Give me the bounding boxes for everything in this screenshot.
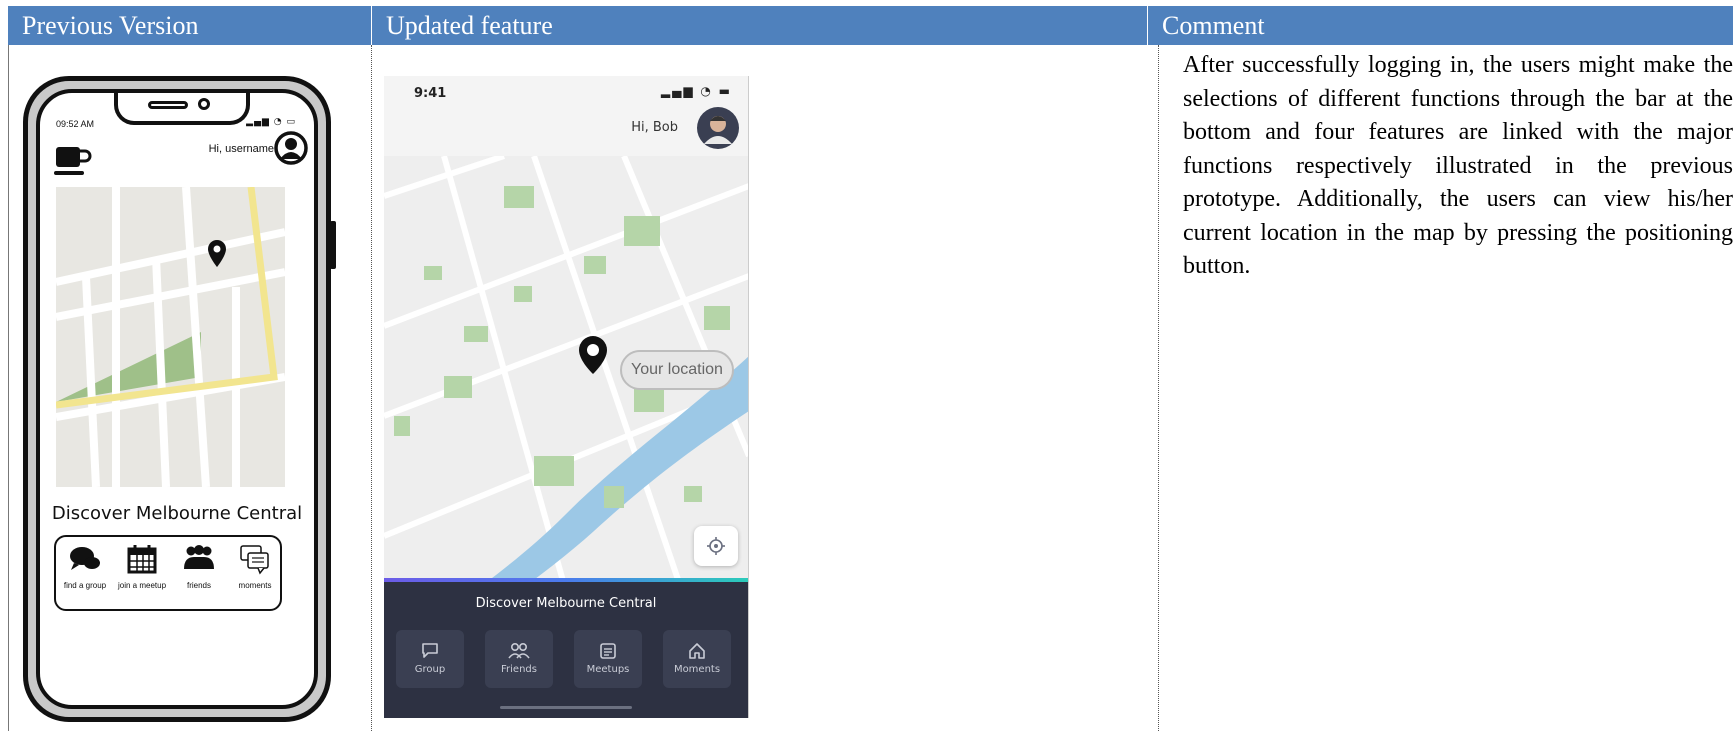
header-comment: Comment xyxy=(1148,6,1733,45)
calendar-list-icon xyxy=(600,643,616,659)
updated-phone-mockup: Your location 9:41 ▂▄▆ ◔ ▬ Hi, Bob Disco… xyxy=(384,76,749,718)
tab-label: Meetups xyxy=(586,664,630,675)
chat-icon xyxy=(422,643,438,658)
chat-bubbles-icon xyxy=(70,547,100,570)
camera-icon xyxy=(198,98,210,110)
header-previous-version: Previous Version xyxy=(8,6,371,45)
column-divider xyxy=(8,45,9,731)
users-icon xyxy=(184,545,214,569)
phone-notch xyxy=(114,93,250,125)
greeting-text: Hi, Bob xyxy=(631,120,678,135)
nav-join-a-meetup[interactable]: join a meetup xyxy=(113,543,171,590)
locate-me-button[interactable] xyxy=(694,526,738,566)
tab-label: Friends xyxy=(501,664,537,675)
user-avatar-icon[interactable] xyxy=(696,106,740,150)
friends-icon xyxy=(508,642,530,659)
discover-title: Discover Melbourne Central xyxy=(475,596,657,611)
status-time: 9:41 xyxy=(414,86,447,101)
phone-side-button xyxy=(330,221,336,269)
status-icons: ▂▄▆ ◔ ▭ xyxy=(246,117,296,127)
nav-friends[interactable]: friends xyxy=(170,543,228,590)
your-location-label: Your location xyxy=(620,350,734,390)
bottom-nav-bar: find a group join a meetup friends momen… xyxy=(54,535,282,611)
previous-phone-screen: 09:52 AM ▂▄▆ ◔ ▭ Hi, username Discover M… xyxy=(36,89,318,709)
greeting-text: Hi, username xyxy=(208,143,274,155)
map-wireframe[interactable] xyxy=(56,187,285,487)
home-indicator[interactable] xyxy=(500,706,632,709)
crosshair-icon xyxy=(707,537,725,555)
status-time: 09:52 AM xyxy=(56,119,95,129)
nav-find-a-group[interactable]: find a group xyxy=(56,543,114,590)
nav-label: moments xyxy=(238,581,272,590)
user-avatar-icon[interactable] xyxy=(274,131,308,165)
tab-friends[interactable]: Friends xyxy=(485,630,553,688)
previous-phone-wireframe: 09:52 AM ▂▄▆ ◔ ▭ Hi, username Discover M… xyxy=(23,76,336,722)
nav-label: find a group xyxy=(63,581,107,590)
status-icons: ▂▄▆ ◔ ▬ xyxy=(660,84,732,98)
tab-group[interactable]: Group xyxy=(396,630,464,688)
home-icon xyxy=(689,643,705,659)
tab-label: Group xyxy=(414,664,446,675)
nav-label: join a meetup xyxy=(117,581,167,590)
nav-moments[interactable]: moments xyxy=(226,543,284,590)
tab-meetups[interactable]: Meetups xyxy=(574,630,642,688)
tab-moments[interactable]: Moments xyxy=(663,630,731,688)
tab-label: Moments xyxy=(673,664,721,675)
speaker-icon xyxy=(148,101,188,109)
discover-title: Discover Melbourne Central xyxy=(51,503,303,524)
header-updated-feature: Updated feature xyxy=(372,6,1147,45)
column-divider xyxy=(1158,45,1159,731)
nav-label: friends xyxy=(186,581,211,590)
calendar-icon xyxy=(127,545,157,574)
comments-icon xyxy=(240,545,269,575)
column-divider xyxy=(371,45,372,731)
bottom-panel: Discover Melbourne Central Group Friends… xyxy=(384,578,748,718)
panel-accent-bar xyxy=(384,578,748,582)
coffee-cup-icon[interactable] xyxy=(52,143,92,179)
comment-text: After successfully logging in, the users… xyxy=(1183,52,1733,279)
